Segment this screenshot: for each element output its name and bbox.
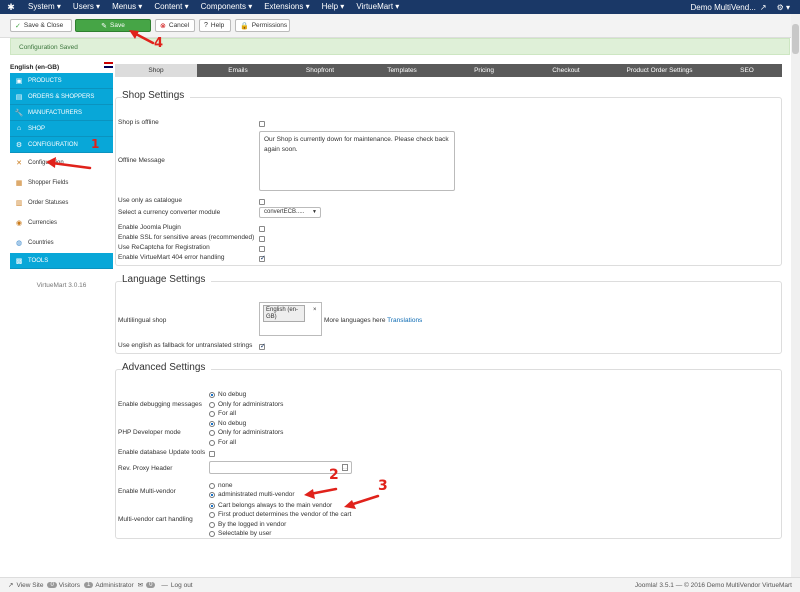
annotation-2: 2 bbox=[329, 467, 339, 483]
annotation-4: 4 bbox=[154, 36, 164, 51]
scrollbar[interactable] bbox=[791, 14, 800, 577]
minus-icon: — bbox=[161, 581, 168, 589]
logout-link[interactable]: — Log out bbox=[161, 582, 192, 589]
messages-badge: 0 bbox=[146, 582, 156, 588]
external-link-icon: ↗ bbox=[8, 582, 14, 589]
visitors-badge: 0 bbox=[47, 582, 57, 588]
footer-copyright: Joomla! 3.5.1 — © 2016 Demo MultiVendor … bbox=[634, 581, 792, 589]
view-site-link[interactable]: ↗ View Site bbox=[8, 581, 43, 590]
visitors-status: 0 Visitors bbox=[47, 582, 80, 589]
messages-status[interactable]: ✉ 0 bbox=[138, 581, 158, 589]
status-footer: ↗ View Site 0 Visitors 1 Administrator ✉ 0 —… bbox=[0, 577, 800, 592]
scrollbar-thumb[interactable] bbox=[792, 24, 799, 54]
admin-badge: 1 bbox=[83, 582, 94, 588]
annotation-3: 3 bbox=[378, 478, 388, 494]
mail-icon: ✉ bbox=[137, 582, 144, 589]
annotation-arrows bbox=[46, 30, 380, 509]
admin-status: 1 Administrator bbox=[83, 582, 134, 589]
annotation-1: 1 bbox=[91, 137, 100, 151]
